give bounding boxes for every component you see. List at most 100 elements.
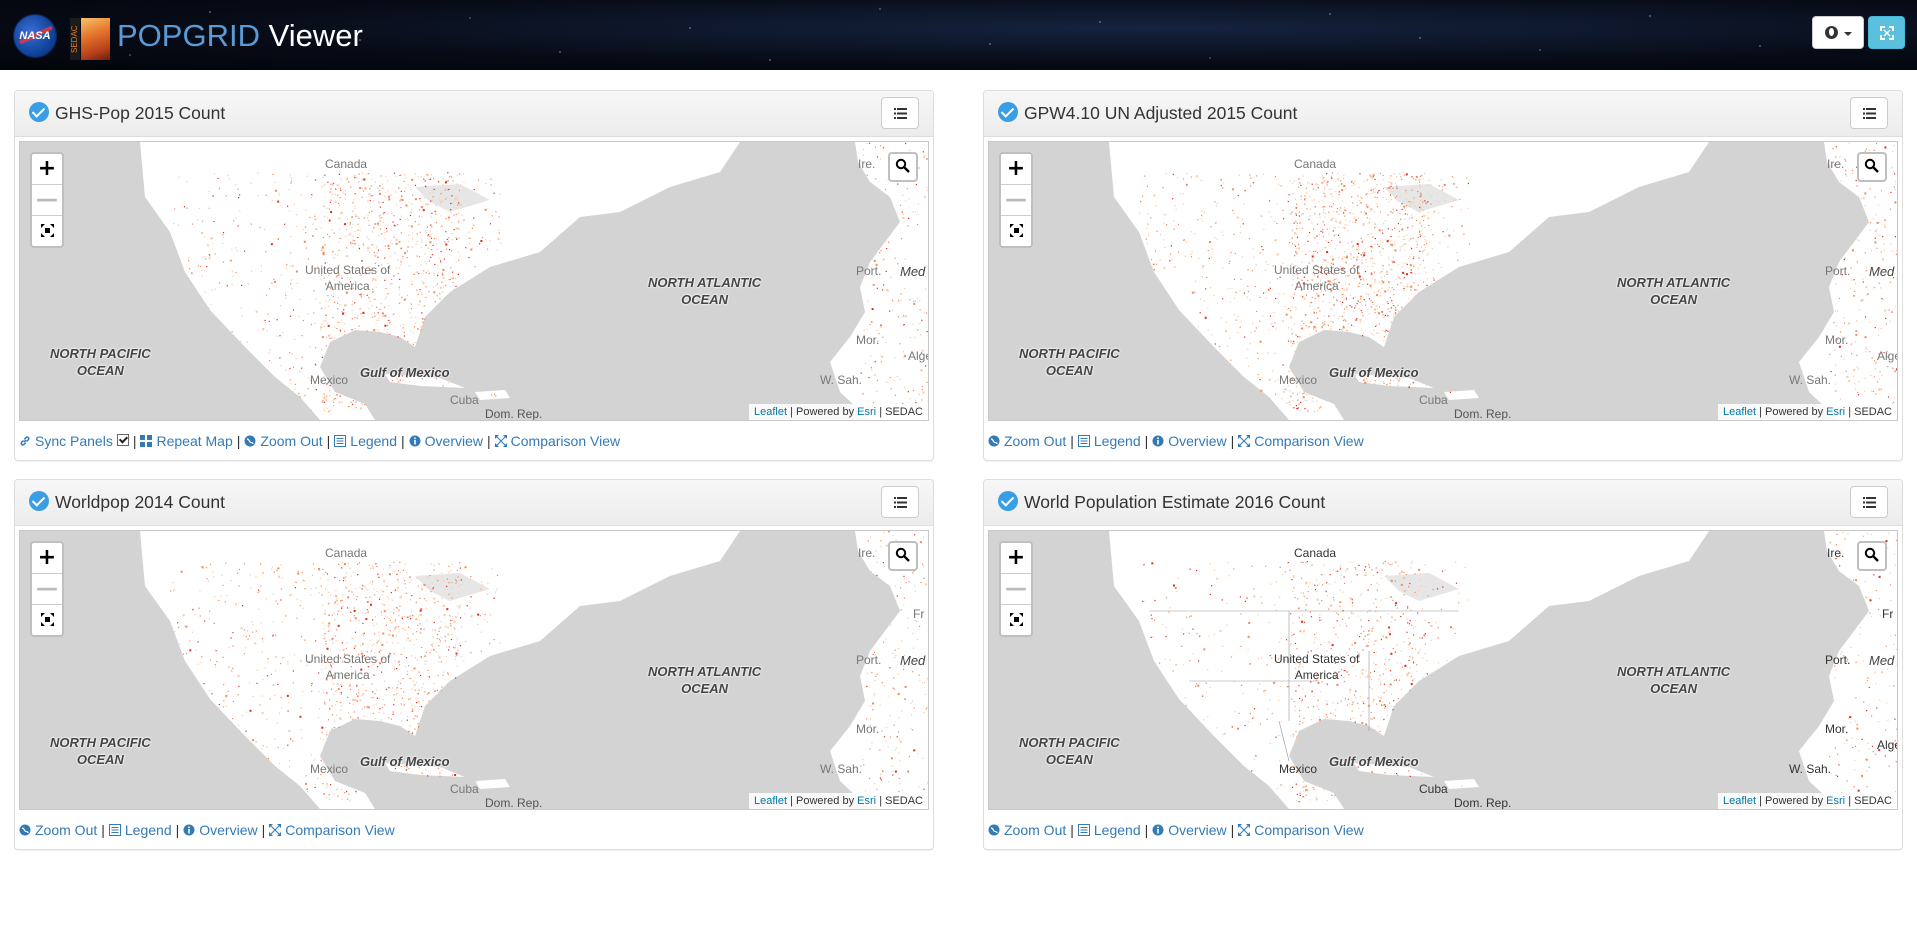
- map-label-ireland: Ire.: [1827, 546, 1845, 560]
- sync-panels-link[interactable]: Sync Panels: [19, 433, 113, 449]
- fullscreen-icon: [1880, 26, 1894, 40]
- repeat-map-link[interactable]: Repeat Map: [140, 433, 233, 449]
- map-label-north-atlantic: NORTH ATLANTIC OCEAN: [648, 275, 762, 307]
- map-label-gulf: Gulf of Mexico: [1329, 754, 1419, 769]
- basemap: [140, 142, 928, 420]
- map-label-france: Fr: [1882, 607, 1894, 621]
- fit-extent-icon: [40, 613, 54, 626]
- zoom-out-link[interactable]: Zoom Out: [988, 822, 1066, 838]
- panel-title: GPW4.10 UN Adjusted 2015 Count: [1024, 103, 1298, 123]
- legend-link[interactable]: Legend: [1077, 433, 1141, 449]
- map-view[interactable]: Canada United States of America Mexico Cu…: [19, 530, 929, 810]
- esri-link[interactable]: Esri: [857, 795, 876, 807]
- zoom-extent-button[interactable]: [1001, 605, 1031, 635]
- overview-link[interactable]: Overview: [183, 822, 258, 838]
- expand-icon: [1238, 824, 1251, 836]
- sedac-logo-image: [81, 18, 110, 60]
- info-icon: [183, 824, 195, 836]
- zoom-out-button[interactable]: —: [32, 574, 62, 605]
- list-icon: [894, 108, 907, 119]
- legend-link[interactable]: Legend: [334, 433, 397, 449]
- panel-heading: World Population Estimate 2016 Count: [984, 480, 1902, 526]
- app-title-popgrid: POPGRID: [117, 18, 260, 53]
- zoom-out-button[interactable]: —: [32, 185, 62, 216]
- comparison-view-link[interactable]: Comparison View: [1238, 822, 1364, 838]
- overview-link[interactable]: Overview: [409, 433, 483, 449]
- leaflet-link[interactable]: Leaflet: [1723, 795, 1756, 807]
- map-view[interactable]: Canada United States of America Mexico Cu…: [988, 141, 1898, 421]
- zoom-extent-button[interactable]: [1001, 216, 1031, 246]
- esri-link[interactable]: Esri: [1826, 406, 1845, 418]
- basemap: [1109, 142, 1897, 420]
- comparison-view-link[interactable]: Comparison View: [494, 433, 620, 449]
- fullscreen-button[interactable]: [1868, 16, 1905, 49]
- map-label-cuba: Cuba: [1419, 393, 1448, 407]
- map-label-north-pacific: NORTH PACIFIC OCEAN: [1019, 346, 1120, 378]
- esri-link[interactable]: Esri: [1826, 795, 1845, 807]
- panel-title: GHS-Pop 2015 Count: [55, 103, 226, 123]
- layer-list-button[interactable]: [1850, 486, 1888, 518]
- language-dropdown-button[interactable]: [1812, 16, 1864, 49]
- zoom-in-button[interactable]: +: [32, 154, 62, 185]
- zoom-in-button[interactable]: +: [1001, 543, 1031, 574]
- info-icon: [1152, 435, 1164, 447]
- esri-link[interactable]: Esri: [857, 406, 876, 418]
- zoom-in-button[interactable]: +: [32, 543, 62, 574]
- check-circle-icon[interactable]: [998, 491, 1018, 511]
- map-label-mexico: Mexico: [310, 373, 349, 387]
- panel-footer: Zoom Out | Legend | Overview | Comparison View: [19, 819, 395, 841]
- map-label-usa: United States of America: [1274, 652, 1360, 682]
- map-label-ireland: Ire.: [858, 157, 876, 171]
- map-label-w-sahara: W. Sah.: [1789, 762, 1832, 776]
- leaflet-link[interactable]: Leaflet: [754, 406, 787, 418]
- map-search-button[interactable]: [888, 152, 918, 182]
- map-label-cuba: Cuba: [1419, 782, 1448, 796]
- panel-title: Worldpop 2014 Count: [55, 492, 225, 512]
- zoom-out-button[interactable]: —: [1001, 185, 1031, 216]
- map-label-mexico: Mexico: [1279, 762, 1318, 776]
- zoom-extent-button[interactable]: [32, 216, 62, 246]
- map-label-portugal: Port.: [856, 264, 882, 278]
- globe-icon: [1825, 26, 1838, 39]
- comparison-view-link[interactable]: Comparison View: [269, 822, 395, 838]
- zoom-out-link[interactable]: Zoom Out: [19, 822, 97, 838]
- overview-link[interactable]: Overview: [1152, 433, 1227, 449]
- check-circle-icon[interactable]: [29, 102, 49, 122]
- map-label-cuba: Cuba: [450, 393, 479, 407]
- layer-list-button[interactable]: [881, 97, 919, 129]
- map-view[interactable]: Canada United States of America Mexico Cu…: [988, 530, 1898, 810]
- map-search-button[interactable]: [1857, 152, 1887, 182]
- panel-title: World Population Estimate 2016 Count: [1024, 492, 1326, 512]
- zoom-control: + —: [30, 541, 64, 637]
- list-icon: [1863, 497, 1876, 508]
- leaflet-link[interactable]: Leaflet: [754, 795, 787, 807]
- map-label-dom-rep: Dom. Rep.: [485, 796, 543, 810]
- map-view[interactable]: Canada United States of America Mexico Cu…: [19, 141, 929, 421]
- map-label-usa: United States of America: [305, 263, 391, 293]
- map-label-w-sahara: W. Sah.: [1789, 373, 1832, 387]
- zoom-out-link[interactable]: Zoom Out: [988, 433, 1066, 449]
- check-circle-icon[interactable]: [998, 102, 1018, 122]
- legend-link[interactable]: Legend: [1077, 822, 1141, 838]
- check-circle-icon[interactable]: [29, 491, 49, 511]
- sync-panels-checkbox[interactable]: [116, 434, 129, 446]
- layer-list-button[interactable]: [881, 486, 919, 518]
- map-label-algeria: Alge: [1877, 349, 1897, 363]
- zoom-out-button[interactable]: —: [1001, 574, 1031, 605]
- overview-link[interactable]: Overview: [1152, 822, 1227, 838]
- map-label-canada: Canada: [325, 157, 368, 171]
- legend-link[interactable]: Legend: [108, 822, 172, 838]
- map-label-gulf: Gulf of Mexico: [360, 365, 450, 380]
- app-title: POPGRID Viewer: [117, 16, 363, 56]
- globe-icon: [244, 435, 256, 447]
- zoom-out-link[interactable]: Zoom Out: [244, 433, 323, 449]
- map-label-mexico: Mexico: [1279, 373, 1318, 387]
- zoom-in-button[interactable]: +: [1001, 154, 1031, 185]
- map-search-button[interactable]: [1857, 541, 1887, 571]
- map-panel: GPW4.10 UN Adjusted 2015 Count Canada Un…: [983, 90, 1903, 461]
- zoom-extent-button[interactable]: [32, 605, 62, 635]
- layer-list-button[interactable]: [1850, 97, 1888, 129]
- leaflet-link[interactable]: Leaflet: [1723, 406, 1756, 418]
- map-search-button[interactable]: [888, 541, 918, 571]
- comparison-view-link[interactable]: Comparison View: [1238, 433, 1364, 449]
